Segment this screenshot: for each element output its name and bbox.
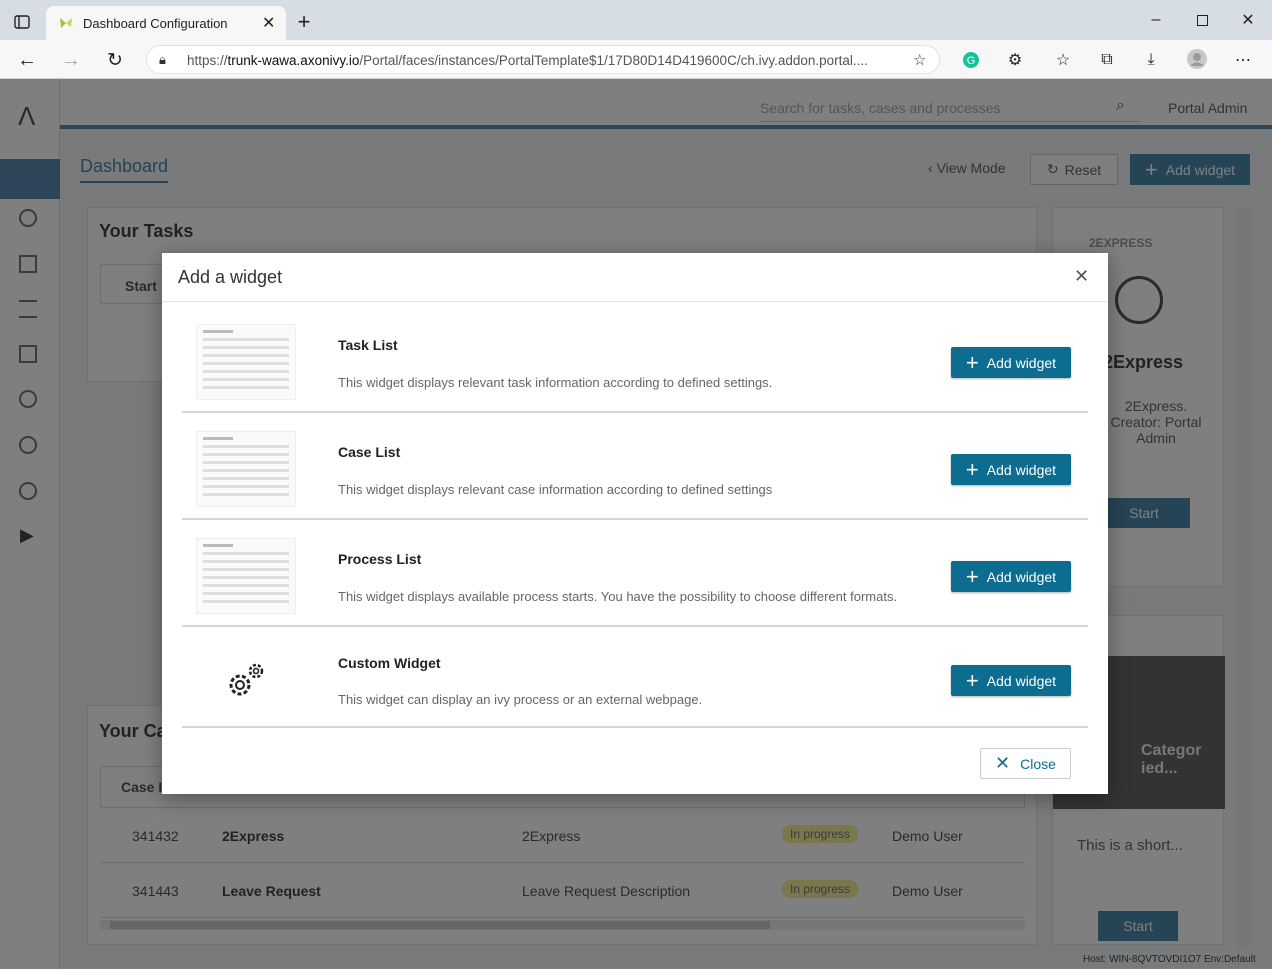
case-list-preview [196, 431, 296, 507]
refresh-icon[interactable]: ↻ [104, 49, 126, 71]
plus-icon: + [965, 456, 979, 482]
tab-title: Dashboard Configuration [83, 16, 228, 31]
dialog-title: Add a widget [178, 267, 283, 287]
extensions-icon[interactable]: ⚙ [1004, 49, 1026, 71]
widget-option-case-list: Case List This widget displays relevant … [182, 413, 1088, 520]
favorites-icon[interactable]: ☆ [1052, 49, 1074, 71]
profile-avatar[interactable] [1186, 48, 1208, 70]
dialog-close-icon[interactable]: ✕ [1074, 266, 1089, 287]
widget-title: Task List [338, 337, 398, 353]
gears-icon [222, 657, 270, 705]
add-custom-widget-button[interactable]: + Add widget [951, 665, 1071, 696]
url-text: https://trunk-wawa.axonivy.io/Portal/fac… [187, 53, 868, 68]
tab-close-icon[interactable]: ✕ [262, 13, 275, 33]
widget-desc: This widget displays relevant case infor… [338, 482, 773, 497]
close-icon: ✕ [995, 753, 1011, 773]
add-case-list-button[interactable]: + Add widget [951, 454, 1071, 485]
task-list-preview [196, 324, 296, 400]
plus-icon: + [965, 349, 979, 375]
widget-title: Case List [338, 444, 401, 460]
favicon-icon [58, 15, 74, 31]
add-process-list-button[interactable]: + Add widget [951, 561, 1071, 592]
process-list-preview [196, 538, 296, 614]
minimize-icon[interactable]: – [1146, 10, 1166, 30]
new-tab-icon[interactable]: + [294, 9, 314, 34]
tab-actions-icon[interactable] [12, 12, 32, 32]
window-close-icon[interactable]: ✕ [1238, 10, 1258, 30]
widget-title: Process List [338, 551, 422, 567]
close-button[interactable]: ✕ Close [980, 748, 1071, 779]
widget-title: Custom Widget [338, 655, 441, 671]
widget-option-process-list: Process List This widget displays availa… [182, 520, 1088, 627]
widget-desc: This widget can display an ivy process o… [338, 692, 703, 707]
widget-desc: This widget displays available process s… [338, 589, 898, 604]
forward-icon[interactable]: → [60, 49, 82, 71]
browser-tab-bar: Dashboard Configuration ✕ + – ✕ [0, 0, 1272, 40]
add-task-list-button[interactable]: + Add widget [951, 347, 1071, 378]
grammarly-icon[interactable]: G [960, 49, 982, 71]
more-menu-icon[interactable]: ⋯ [1232, 49, 1254, 71]
dialog-header: Add a widget ✕ [162, 253, 1108, 302]
plus-icon: + [965, 667, 979, 693]
back-icon[interactable]: ← [16, 49, 38, 71]
svg-text:G: G [967, 55, 976, 67]
widget-option-task-list: Task List This widget displays relevant … [182, 306, 1088, 413]
plus-icon: + [965, 563, 979, 589]
url-field[interactable]: 🔒︎ https://trunk-wawa.axonivy.io/Portal/… [146, 45, 940, 74]
widget-option-custom: Custom Widget This widget can display an… [182, 627, 1088, 728]
browser-tab[interactable]: Dashboard Configuration ✕ [46, 6, 286, 40]
collections-icon[interactable]: ⧉ [1096, 49, 1118, 71]
lock-icon: 🔒︎ [159, 52, 166, 67]
downloads-icon[interactable]: ⤓ [1140, 49, 1162, 71]
maximize-icon[interactable] [1192, 10, 1212, 30]
add-widget-dialog: Add a widget ✕ Task List This widget dis… [162, 253, 1108, 794]
add-favorite-icon[interactable]: ☆ [913, 51, 926, 69]
widget-desc: This widget displays relevant task infor… [338, 375, 773, 390]
